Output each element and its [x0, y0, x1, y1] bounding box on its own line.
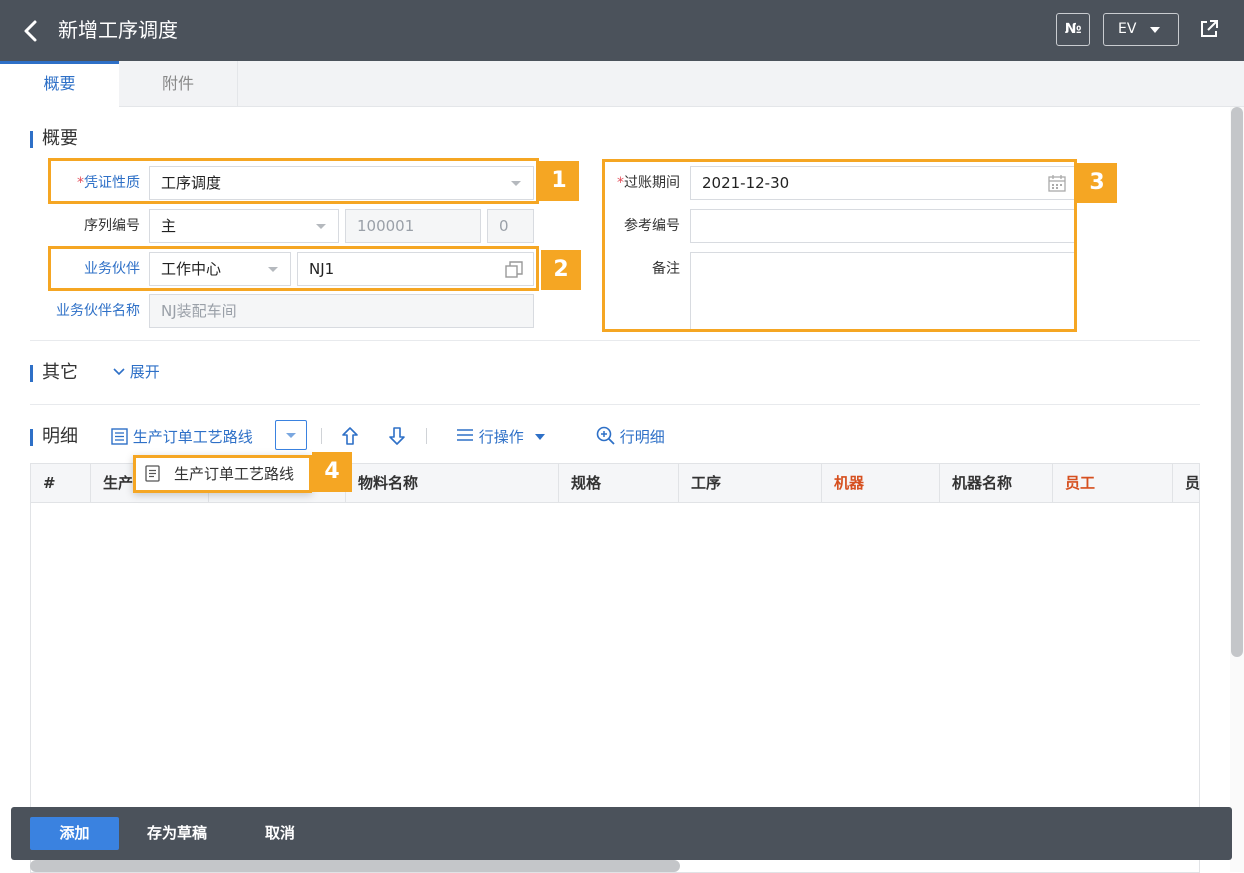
menu-item-routing[interactable]: 生产订单工艺路线	[174, 458, 294, 490]
scrollbar-thumb[interactable]	[1231, 107, 1243, 657]
callout-box-2	[48, 246, 539, 291]
page-title: 新增工序调度	[58, 18, 178, 42]
serial-no-select[interactable]: 主	[149, 209, 339, 243]
column-header-material-name: 物料名称	[346, 464, 559, 502]
callout-badge-3: 3	[1077, 163, 1117, 203]
callout-box-3	[602, 159, 1077, 332]
vertical-scrollbar[interactable]	[1230, 107, 1244, 872]
detail-section-title: 明细	[30, 425, 78, 449]
column-header-index: #	[31, 464, 91, 502]
tab-summary[interactable]: 概要	[0, 61, 119, 107]
routing-button-label: 生产订单工艺路线	[132, 428, 253, 446]
column-header-spec: 规格	[559, 464, 679, 502]
menu-lines-icon	[457, 429, 473, 441]
partner-name-field: NJ装配车间	[149, 294, 534, 328]
expand-label: 展开	[129, 363, 160, 381]
callout-badge-1: 1	[539, 161, 579, 201]
serial-suffix-field: 0	[487, 209, 534, 243]
column-header-employee-more: 员	[1185, 474, 1201, 492]
column-header-employee: 员工	[1053, 464, 1173, 502]
caret-down-icon	[286, 433, 296, 438]
divider	[30, 404, 1200, 405]
save-draft-button[interactable]: 存为草稿	[137, 817, 217, 850]
zoom-in-icon	[596, 426, 615, 445]
document-icon	[145, 465, 160, 482]
column-header-machine: 机器	[822, 464, 940, 502]
other-section-title: 其它	[30, 361, 78, 385]
caret-down-icon	[1150, 27, 1160, 33]
horizontal-scrollbar[interactable]	[30, 860, 680, 872]
summary-section-title: 概要	[30, 127, 78, 151]
routing-button[interactable]: 生产订单工艺路线	[111, 425, 253, 449]
caret-down-icon	[534, 434, 545, 440]
tab-bar: 概要 附件	[0, 61, 1244, 107]
row-operations-dropdown[interactable]: 行操作	[456, 425, 545, 449]
tab-attachments[interactable]: 附件	[119, 61, 238, 107]
callout-badge-2: 2	[541, 250, 581, 290]
language-label: EV	[1118, 21, 1137, 37]
column-header-operation: 工序	[679, 464, 822, 502]
toolbar-separator	[426, 428, 427, 444]
partner-name-label: 业务伙伴名称	[56, 303, 140, 319]
divider	[30, 340, 1200, 341]
list-document-icon	[111, 428, 128, 445]
add-button[interactable]: 添加	[30, 817, 119, 850]
routing-dropdown-menu: 生产订单工艺路线	[133, 455, 312, 493]
routing-dropdown-button[interactable]	[275, 420, 307, 450]
cancel-button[interactable]: 取消	[251, 817, 309, 850]
row-operations-label: 行操作	[478, 428, 524, 446]
move-down-icon[interactable]	[388, 426, 406, 446]
footer-action-bar: 添加 存为草稿 取消	[11, 807, 1232, 860]
top-bar: 新增工序调度 № EV	[0, 0, 1244, 61]
share-export-icon[interactable]	[1198, 18, 1220, 40]
toolbar-separator	[321, 428, 322, 444]
row-detail-label: 行明细	[619, 428, 665, 446]
callout-badge-4: 4	[312, 452, 352, 492]
language-dropdown[interactable]: EV	[1103, 13, 1179, 46]
row-detail-button[interactable]: 行明细	[596, 425, 665, 449]
move-up-icon[interactable]	[341, 426, 359, 446]
chevron-down-icon	[113, 368, 125, 376]
callout-box-1	[48, 158, 539, 204]
dropdown-arrow-icon	[316, 224, 326, 229]
column-header-machine-name: 机器名称	[940, 464, 1053, 502]
expand-toggle[interactable]: 展开	[113, 360, 160, 384]
back-arrow-icon[interactable]	[20, 18, 42, 44]
serial-number-field: 100001	[345, 209, 481, 243]
serial-no-label: 序列编号	[84, 218, 140, 234]
number-button[interactable]: №	[1056, 13, 1090, 46]
